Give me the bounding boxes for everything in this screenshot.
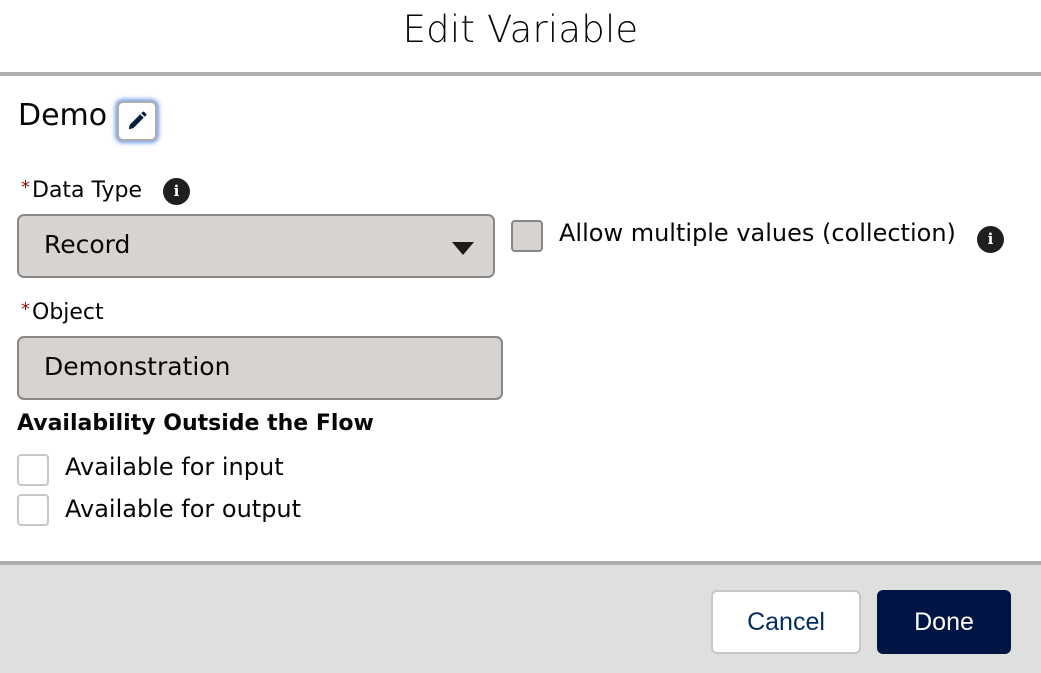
done-button[interactable]: Done [877, 590, 1011, 654]
object-label: *Object [21, 299, 104, 325]
pencil-icon [128, 111, 147, 130]
modal-header: Edit Variable [0, 0, 1041, 72]
data-type-value: Record [44, 230, 131, 259]
cancel-button[interactable]: Cancel [711, 590, 861, 654]
required-marker: * [21, 177, 30, 198]
variable-name: Demo [18, 98, 108, 133]
info-icon[interactable]: i [163, 178, 190, 205]
collection-label: Allow multiple values (collection) [559, 219, 956, 247]
collection-checkbox[interactable] [511, 220, 543, 252]
required-marker: * [21, 299, 30, 320]
info-icon[interactable]: i [977, 226, 1004, 253]
object-value: Demonstration [44, 352, 231, 381]
available-input-checkbox[interactable] [17, 454, 49, 486]
data-type-select[interactable]: Record [17, 214, 495, 278]
object-input[interactable]: Demonstration [17, 336, 503, 400]
available-output-checkbox[interactable] [17, 494, 49, 526]
modal-title: Edit Variable [402, 8, 639, 51]
availability-heading: Availability Outside the Flow [17, 411, 374, 436]
data-type-label: *Data Type [21, 177, 143, 203]
triangle-down-icon [452, 242, 474, 255]
available-output-label: Available for output [65, 495, 302, 523]
header-divider [0, 72, 1041, 76]
available-input-label: Available for input [65, 453, 284, 481]
edit-name-button[interactable] [117, 101, 157, 141]
